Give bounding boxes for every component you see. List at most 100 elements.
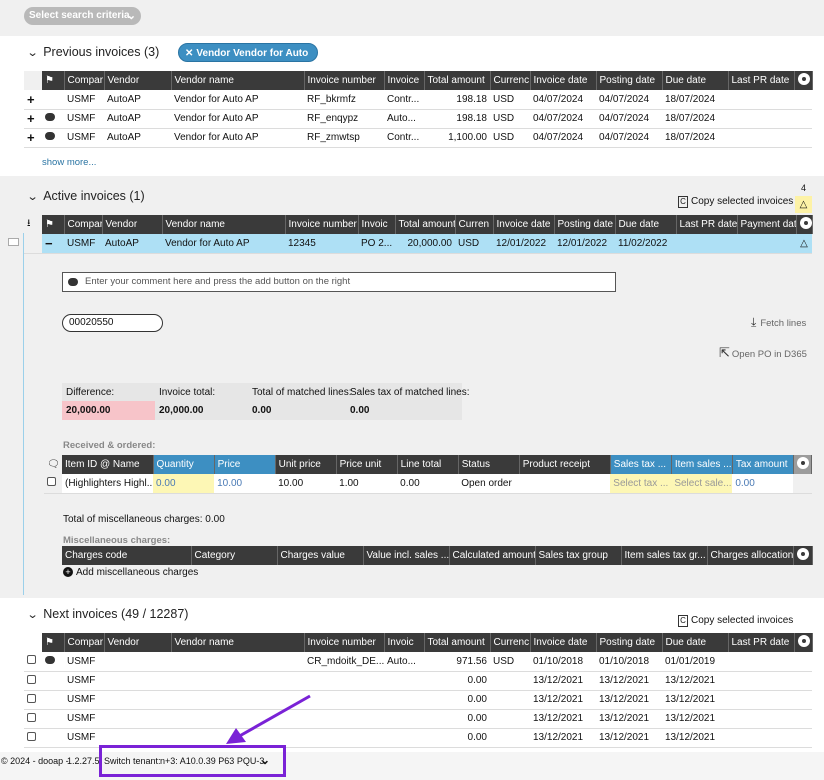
col-company[interactable]: Compar: [64, 633, 105, 652]
col-due-date[interactable]: Due date: [662, 633, 729, 652]
col-value-incl-sales[interactable]: Value incl. sales ...: [363, 546, 450, 565]
next-invoices-header[interactable]: ⌄ Next invoices (49 / 12287): [27, 607, 189, 621]
col-posting-date[interactable]: Posting date: [596, 71, 663, 90]
col-invoice-date[interactable]: Invoice date: [530, 71, 597, 90]
active-invoices-header[interactable]: ⌄ Active invoices (1): [27, 189, 145, 203]
col-vendor[interactable]: Vendor: [104, 633, 172, 652]
gear-icon[interactable]: [794, 633, 813, 652]
col-invoice[interactable]: Invoic: [358, 215, 396, 234]
show-more-link[interactable]: show more...: [42, 157, 96, 168]
col-due-date[interactable]: Due date: [662, 71, 729, 90]
col-sales-tax-group[interactable]: Sales tax group: [535, 546, 622, 565]
collapse-icon[interactable]: −: [45, 236, 53, 251]
col-sales-tax[interactable]: Sales tax ...: [610, 455, 672, 474]
col-last-pr-date[interactable]: Last PR date: [728, 633, 795, 652]
gear-icon[interactable]: [793, 455, 813, 474]
col-last-pr-date[interactable]: Last PR date: [676, 215, 738, 234]
copy-selected-invoices-button[interactable]: C Copy selected invoices: [678, 196, 793, 208]
vendor-filter-chip[interactable]: ✕Vendor Vendor for Auto AP: [178, 43, 318, 78]
col-payment-date[interactable]: Payment date: [737, 215, 797, 234]
price-input[interactable]: 10.00: [214, 474, 276, 494]
col-total-amount[interactable]: Total amount: [395, 215, 456, 234]
col-total-amount[interactable]: Total amount: [424, 633, 491, 652]
col-price-unit[interactable]: Price unit: [336, 455, 398, 474]
col-calculated-amount[interactable]: Calculated amount: [449, 546, 536, 565]
copy-selected-invoices-button[interactable]: C Copy selected invoices: [678, 615, 793, 627]
open-po-d365-button[interactable]: ⇱ Open PO in D365: [719, 345, 807, 361]
image-icon[interactable]: [8, 238, 19, 246]
col-invoice-number[interactable]: Invoice number: [304, 633, 385, 652]
col-vendor-name[interactable]: Vendor name: [171, 71, 305, 90]
col-unit-price[interactable]: Unit price: [275, 455, 337, 474]
row-checkbox[interactable]: [27, 731, 36, 741]
col-product-receipt[interactable]: Product receipt: [519, 455, 611, 474]
comment-icon[interactable]: [45, 132, 55, 140]
col-vendor-name[interactable]: Vendor name: [171, 633, 305, 652]
expand-icon[interactable]: +: [27, 111, 35, 126]
select-search-criteria[interactable]: Select search criteria ⌄: [24, 7, 141, 25]
table-row[interactable]: + USMF AutoAP Vendor for Auto AP RF_bkrm…: [24, 90, 812, 110]
col-last-pr-date[interactable]: Last PR date: [728, 71, 795, 90]
col-posting-date[interactable]: Posting date: [554, 215, 616, 234]
col-invoice-number[interactable]: Invoice number: [285, 215, 359, 234]
close-icon[interactable]: ✕: [185, 48, 193, 59]
sales-tax-select[interactable]: Select tax ...: [610, 474, 672, 494]
col-company[interactable]: Compar: [64, 71, 105, 90]
gear-icon[interactable]: [794, 71, 813, 90]
col-company[interactable]: Compar: [64, 215, 103, 234]
table-row[interactable]: + USMF AutoAP Vendor for Auto AP RF_enqy…: [24, 109, 812, 129]
row-checkbox[interactable]: [27, 712, 36, 722]
table-row[interactable]: USMF 0.00 13/12/2021 13/12/2021 13/12/2021: [24, 709, 812, 729]
table-row-selected[interactable]: − USMF AutoAP Vendor for Auto AP 12345 P…: [24, 234, 812, 254]
col-currency[interactable]: Curren: [455, 215, 494, 234]
expand-icon[interactable]: +: [27, 92, 35, 107]
flag-icon[interactable]: ⚑: [42, 633, 65, 652]
col-total-amount[interactable]: Total amount: [424, 71, 491, 90]
quantity-input[interactable]: 0.00: [153, 474, 215, 494]
fetch-lines-button[interactable]: ⤓ Fetch lines: [751, 315, 806, 330]
col-due-date[interactable]: Due date: [615, 215, 677, 234]
col-invoice-date[interactable]: Invoice date: [493, 215, 555, 234]
gear-icon[interactable]: [796, 215, 813, 234]
row-checkbox[interactable]: [27, 674, 36, 684]
col-item-id[interactable]: Item ID @ Name: [62, 455, 154, 474]
col-invoice[interactable]: Invoic: [384, 633, 425, 652]
flag-icon[interactable]: ⚑: [42, 71, 65, 90]
comment-icon[interactable]: [45, 655, 55, 664]
table-row[interactable]: USMF 0.00 13/12/2021 13/12/2021 13/12/2021: [24, 690, 812, 710]
col-vendor[interactable]: Vendor: [102, 215, 163, 234]
previous-invoices-header[interactable]: ⌄ Previous invoices (3): [27, 45, 160, 59]
col-vendor-name[interactable]: Vendor name: [162, 215, 286, 234]
row-checkbox[interactable]: [47, 477, 56, 487]
col-posting-date[interactable]: Posting date: [596, 633, 663, 652]
tax-amount-input[interactable]: 0.00: [732, 474, 794, 494]
col-vendor[interactable]: Vendor: [104, 71, 172, 90]
col-category[interactable]: Category: [191, 546, 278, 565]
col-charges-allocation[interactable]: Charges allocation: [707, 546, 794, 565]
col-charges-value[interactable]: Charges value: [277, 546, 364, 565]
col-currency[interactable]: Currenc: [490, 71, 531, 90]
col-invoice-number[interactable]: Invoice number: [304, 71, 385, 90]
table-row[interactable]: USMF CR_mdoitk_DE... Auto... 971.56 USD 01/10…: [24, 652, 812, 672]
row-checkbox[interactable]: [27, 655, 36, 665]
gear-icon[interactable]: [793, 546, 813, 565]
table-row[interactable]: + USMF AutoAP Vendor for Auto AP RF_zmwt…: [24, 128, 812, 148]
arrow-down-icon[interactable]: ⭳: [24, 215, 42, 234]
comment-icon[interactable]: [45, 113, 55, 121]
table-row[interactable]: USMF 0.00 13/12/2021 13/12/2021 13/12/2021: [24, 671, 812, 691]
col-item-sales-tax[interactable]: Item sales ...: [671, 455, 733, 474]
col-tax-amount[interactable]: Tax amount: [732, 455, 794, 474]
row-checkbox[interactable]: [27, 693, 36, 703]
table-row[interactable]: (Highlighters Highl... 0.00 10.00 10.00 …: [44, 474, 812, 494]
col-line-total[interactable]: Line total: [397, 455, 459, 474]
add-misc-charges-button[interactable]: + Add miscellaneous charges: [63, 567, 198, 578]
warning-icon[interactable]: △: [796, 234, 812, 254]
warning-icon[interactable]: △: [795, 196, 812, 213]
flag-icon[interactable]: ⚑: [42, 215, 65, 234]
col-status[interactable]: Status: [458, 455, 520, 474]
comment-toggle-icon[interactable]: 🗨: [44, 455, 62, 474]
col-invoice[interactable]: Invoice: [384, 71, 425, 90]
item-sales-tax-select[interactable]: Select sale...: [671, 474, 733, 494]
col-quantity[interactable]: Quantity: [153, 455, 215, 474]
col-charges-code[interactable]: Charges code: [62, 546, 192, 565]
